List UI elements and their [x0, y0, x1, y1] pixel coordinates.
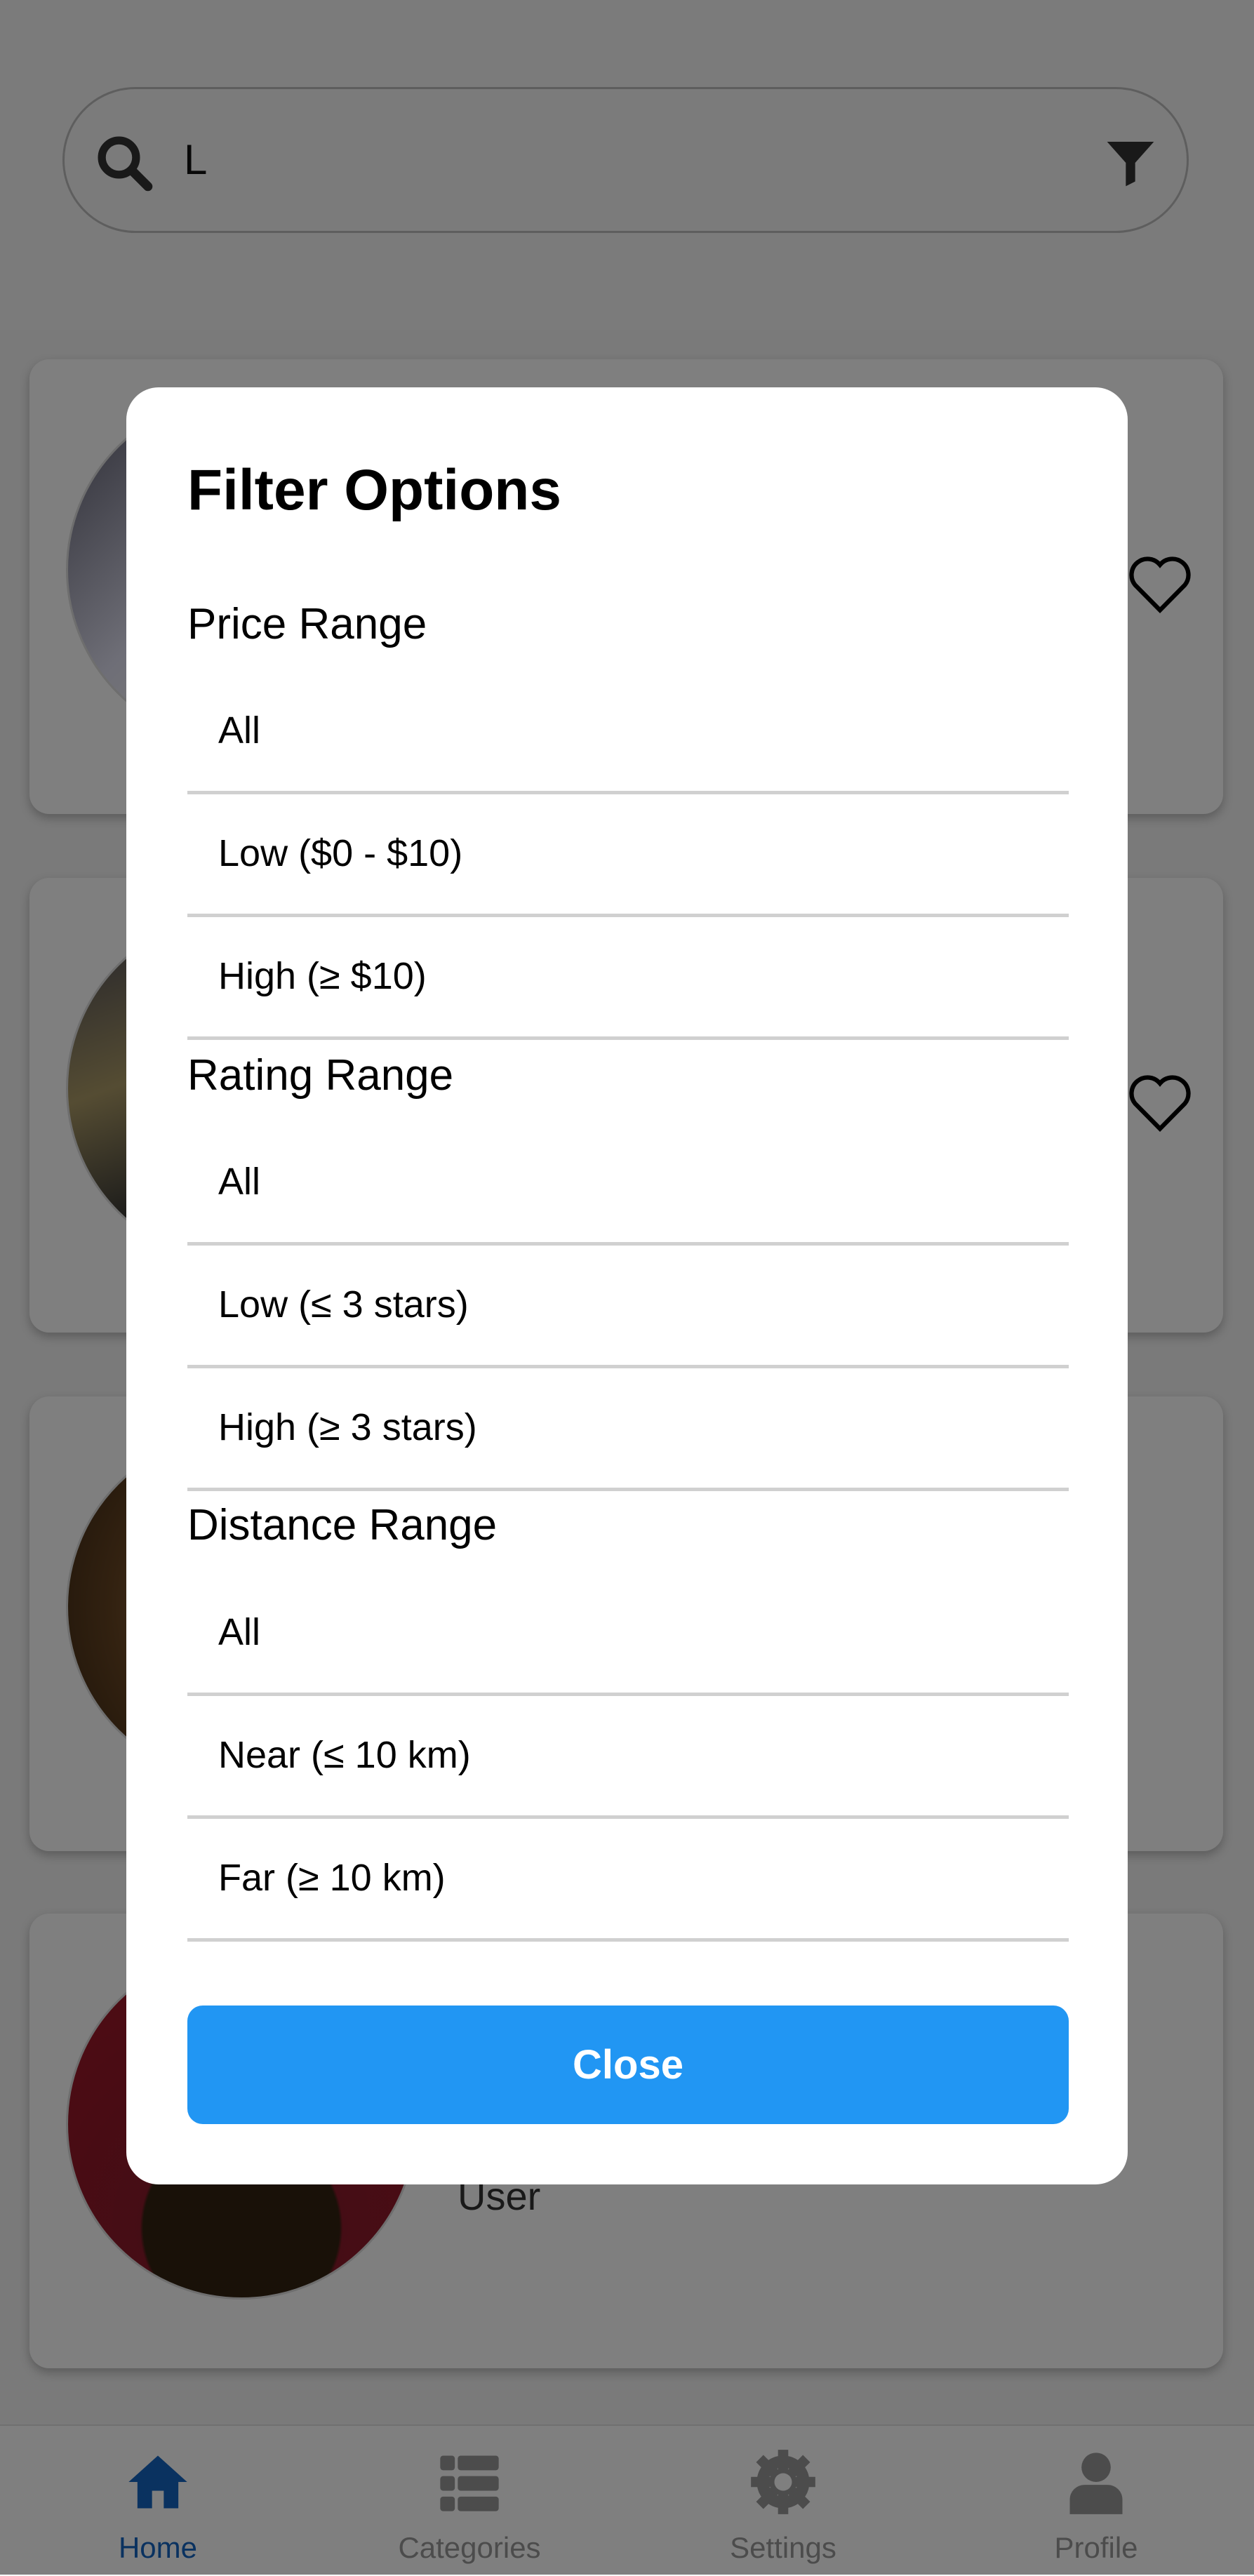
option-rating-all[interactable]: All — [187, 1123, 1069, 1246]
option-distance-near[interactable]: Near (≤ 10 km) — [187, 1696, 1069, 1819]
option-price-low[interactable]: Low ($0 - $10) — [187, 794, 1069, 917]
option-label: High (≥ 3 stars) — [218, 1406, 477, 1448]
option-label: Low (≤ 3 stars) — [218, 1283, 469, 1326]
option-price-all[interactable]: All — [187, 672, 1069, 794]
option-distance-all[interactable]: All — [187, 1573, 1069, 1696]
close-button[interactable]: Close — [187, 2006, 1069, 2124]
option-label: All — [218, 709, 261, 752]
option-label: High (≥ $10) — [218, 955, 427, 997]
section-distance-range: Distance Range — [187, 1501, 498, 1549]
section-price-range: Price Range — [187, 600, 427, 648]
option-label: Low ($0 - $10) — [218, 832, 463, 874]
option-label: Far (≥ 10 km) — [218, 1857, 446, 1899]
section-rating-range: Rating Range — [187, 1051, 454, 1100]
option-label: Near (≤ 10 km) — [218, 1734, 471, 1776]
option-price-high[interactable]: High (≥ $10) — [187, 917, 1069, 1040]
option-rating-high[interactable]: High (≥ 3 stars) — [187, 1368, 1069, 1491]
option-distance-far[interactable]: Far (≥ 10 km) — [187, 1819, 1069, 1942]
modal-title: Filter Options — [187, 458, 561, 522]
option-label: All — [218, 1611, 261, 1653]
option-rating-low[interactable]: Low (≤ 3 stars) — [187, 1246, 1069, 1368]
filter-modal: Filter Options Price Range All Low ($0 -… — [126, 387, 1128, 2184]
option-label: All — [218, 1161, 261, 1203]
